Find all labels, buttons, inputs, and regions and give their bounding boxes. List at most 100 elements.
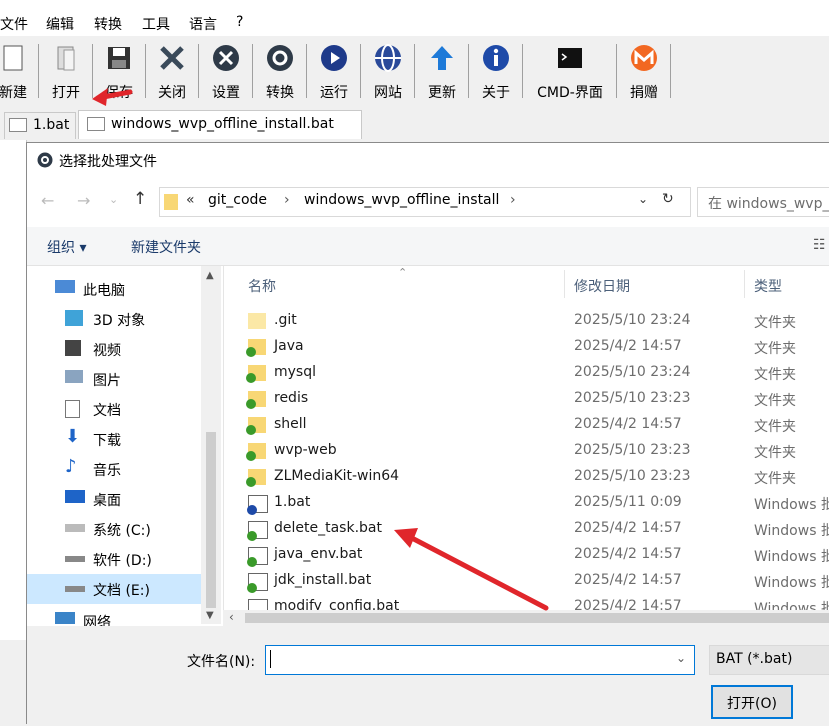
- breadcrumb-separator-icon: ›: [510, 192, 516, 208]
- command-bar: 组织 ▾ 新建文件夹 ☷: [27, 227, 829, 266]
- nav-item-videos[interactable]: 视频: [65, 334, 211, 364]
- bat-file-icon: [248, 599, 268, 610]
- nav-item-music[interactable]: ♪ 音乐: [65, 454, 211, 484]
- scrollbar-thumb[interactable]: [245, 613, 829, 623]
- address-bar[interactable]: « git_code › windows_wvp_offline_install…: [159, 187, 691, 217]
- window-titlebar-edge: [0, 0, 829, 8]
- scrollbar-thumb[interactable]: [206, 432, 216, 608]
- menu-edit[interactable]: 编辑: [46, 14, 74, 34]
- organize-button[interactable]: 组织 ▾: [47, 237, 86, 257]
- search-input[interactable]: 在 windows_wvp_: [697, 187, 829, 217]
- scroll-down-icon[interactable]: ▼: [206, 610, 214, 621]
- navigation-scrollbar[interactable]: ▲ ▼: [201, 266, 221, 624]
- file-row[interactable]: Java 2025/4/2 14:57 文件夹: [224, 334, 829, 360]
- update-button[interactable]: 更新: [420, 42, 464, 101]
- scroll-up-icon[interactable]: ▲: [206, 270, 214, 281]
- file-row[interactable]: java_env.bat 2025/4/2 14:57 Windows 批: [224, 542, 829, 568]
- file-row[interactable]: wvp-web 2025/5/10 23:23 文件夹: [224, 438, 829, 464]
- tab-windows-wvp-offline-install[interactable]: windows_wvp_offline_install.bat: [78, 110, 362, 139]
- drive-d-icon: [65, 556, 85, 562]
- run-button[interactable]: 运行: [312, 42, 356, 101]
- breadcrumb-overflow[interactable]: «: [186, 192, 195, 208]
- open-button[interactable]: 打开(O): [711, 685, 793, 719]
- filetype-select[interactable]: BAT (*.bat): [709, 645, 829, 675]
- file-row[interactable]: modify_config.bat 2025/4/2 14:57 Windows…: [224, 594, 829, 610]
- nav-item-this-pc[interactable]: 此电脑: [55, 274, 201, 304]
- nav-item-drive-e[interactable]: 文档 (E:): [27, 574, 201, 604]
- download-icon: ⬇: [65, 426, 81, 447]
- menu-convert[interactable]: 转换: [94, 14, 122, 34]
- nav-item-documents[interactable]: 文档: [65, 394, 211, 424]
- cmd-button[interactable]: CMD-界面: [528, 42, 612, 101]
- close-button[interactable]: 关闭: [150, 42, 194, 101]
- file-row[interactable]: .git 2025/5/10 23:24 文件夹: [224, 308, 829, 334]
- nav-item-pictures[interactable]: 图片: [65, 364, 211, 394]
- breadcrumb-separator-icon: ›: [284, 192, 290, 208]
- globe-icon: [375, 44, 401, 72]
- file-row[interactable]: ZLMediaKit-win64 2025/5/10 23:23 文件夹: [224, 464, 829, 490]
- recent-dropdown-icon[interactable]: ⌄: [109, 193, 118, 206]
- file-row[interactable]: jdk_install.bat 2025/4/2 14:57 Windows 批: [224, 568, 829, 594]
- toolbar-separator: [145, 44, 146, 98]
- save-button[interactable]: 保存: [98, 42, 140, 101]
- menu-file[interactable]: 文件: [0, 14, 28, 34]
- nav-item-drive-d[interactable]: 软件 (D:): [65, 544, 211, 574]
- menu-language[interactable]: 语言: [189, 14, 217, 34]
- tab-1-bat[interactable]: 1.bat: [4, 112, 76, 139]
- synced-folder-icon: [246, 339, 266, 357]
- computer-icon: [55, 280, 75, 293]
- about-button[interactable]: 关于: [474, 42, 518, 101]
- file-row[interactable]: redis 2025/5/10 23:23 文件夹: [224, 386, 829, 412]
- address-dropdown-icon[interactable]: ⌄: [638, 192, 648, 206]
- network-icon: [55, 612, 75, 624]
- nav-item-drive-c[interactable]: 系统 (C:): [65, 514, 211, 544]
- bat-file-icon: [247, 547, 268, 567]
- donate-button[interactable]: 捐赠: [622, 42, 666, 101]
- breadcrumb-git-code[interactable]: git_code: [208, 192, 267, 208]
- menu-tools[interactable]: 工具: [142, 14, 170, 34]
- folder-icon: [164, 194, 178, 210]
- settings-button[interactable]: 设置: [204, 42, 248, 101]
- save-icon: [108, 47, 130, 69]
- synced-folder-icon: [246, 365, 266, 383]
- filename-input[interactable]: ⌄: [265, 645, 695, 675]
- menu-help[interactable]: ?: [236, 14, 243, 30]
- synced-folder-icon: [246, 391, 266, 409]
- drive-c-icon: [65, 524, 85, 532]
- navigation-pane: 此电脑 3D 对象 视频 图片 文档 ⬇ 下载 ♪ 音乐 桌面 系统 (C:) …: [27, 266, 221, 631]
- column-header-type[interactable]: 类型: [754, 276, 782, 296]
- update-arrow-icon: [431, 46, 453, 70]
- synced-folder-icon: [246, 417, 266, 435]
- new-folder-button[interactable]: 新建文件夹: [131, 237, 201, 257]
- synced-folder-icon: [246, 469, 266, 487]
- column-divider: [744, 270, 745, 298]
- view-options-icon[interactable]: ☷: [813, 237, 826, 253]
- chevron-down-icon[interactable]: ⌄: [676, 651, 686, 665]
- file-list: 名称 ⌃ 修改日期 类型 .git 2025/5/10 23:24 文件夹 Ja…: [223, 266, 829, 624]
- nav-item-3d-objects[interactable]: 3D 对象: [65, 304, 211, 334]
- refresh-icon[interactable]: ↻: [662, 191, 674, 207]
- forward-arrow-icon[interactable]: →: [77, 191, 90, 210]
- monero-icon: [631, 45, 657, 71]
- dialog-footer: [27, 626, 829, 726]
- nav-item-desktop[interactable]: 桌面: [65, 484, 211, 514]
- open-button[interactable]: 打开: [44, 42, 88, 101]
- column-divider: [564, 270, 565, 298]
- back-arrow-icon[interactable]: ←: [41, 191, 54, 210]
- convert-button[interactable]: 转换: [258, 42, 302, 101]
- text-caret: [270, 650, 271, 668]
- up-arrow-icon[interactable]: ↑: [133, 189, 147, 209]
- column-header-name[interactable]: 名称: [248, 276, 276, 296]
- file-row[interactable]: mysql 2025/5/10 23:24 文件夹: [224, 360, 829, 386]
- column-header-date[interactable]: 修改日期: [574, 276, 630, 296]
- new-button[interactable]: 新建: [0, 42, 34, 101]
- toolbar-separator: [198, 44, 199, 98]
- website-button[interactable]: 网站: [366, 42, 410, 101]
- file-row[interactable]: shell 2025/4/2 14:57 文件夹: [224, 412, 829, 438]
- scroll-left-icon[interactable]: ‹: [229, 610, 234, 624]
- horizontal-scrollbar[interactable]: ‹: [223, 610, 829, 626]
- breadcrumb-current-folder[interactable]: windows_wvp_offline_install: [304, 192, 499, 208]
- file-row[interactable]: delete_task.bat 2025/4/2 14:57 Windows 批: [224, 516, 829, 542]
- file-row[interactable]: 1.bat 2025/5/11 0:09 Windows 批: [224, 490, 829, 516]
- nav-item-downloads[interactable]: ⬇ 下载: [65, 424, 211, 454]
